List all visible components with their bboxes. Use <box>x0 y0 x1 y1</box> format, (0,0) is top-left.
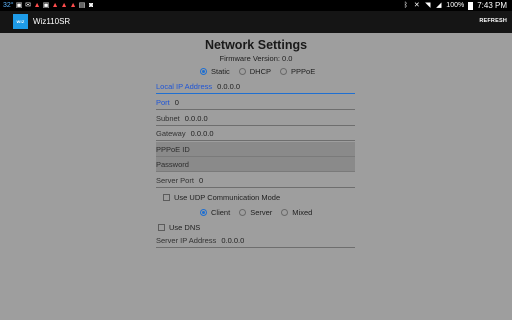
field-label: Gateway <box>156 128 186 138</box>
radio-unselected-icon <box>281 209 289 216</box>
radio-dhcp[interactable]: DHCP <box>238 67 272 76</box>
radio-label: Mixed <box>292 208 313 217</box>
battery-level: 100% <box>446 2 465 9</box>
bluetooth-icon: ᛒ <box>403 2 408 9</box>
radio-label: Client <box>211 208 231 217</box>
camera-icon: ◙ <box>88 2 94 9</box>
gallery-icon: ▣ <box>15 2 23 9</box>
pppoe-id-field[interactable]: PPPoE ID <box>156 142 355 157</box>
app-bar: WIZ Wiz110SR REFRESH <box>0 11 512 33</box>
checkbox-label: Use UDP Communication Mode <box>174 193 281 202</box>
app-title: Wiz110SR <box>33 17 71 26</box>
local-ip-field[interactable]: Local IP Address 0.0.0.0 <box>156 79 355 94</box>
alert-icon: ▲ <box>33 2 41 9</box>
radio-static[interactable]: Static <box>200 67 230 76</box>
gateway-field[interactable]: Gateway 0.0.0.0 <box>156 126 355 141</box>
checkbox-label: Use DNS <box>169 223 201 232</box>
field-value: 0.0.0.0 <box>221 235 245 245</box>
firmware-version: Firmware Version: 0.0 <box>219 54 293 63</box>
checkbox-icon <box>163 194 170 201</box>
radio-label: Static <box>211 67 230 76</box>
alert-icon: ▲ <box>51 2 59 9</box>
alert-icon: ▲ <box>60 2 68 9</box>
clock: 7:43 PM <box>477 1 507 10</box>
system-icons: ᛒ ✕ ◥ ◢ 100% 7:43 PM <box>402 0 507 11</box>
status-bar: 32° ▣ ✉ ▲ ▣ ▲ ▲ ▲ ▤ ◙ ᛒ ✕ ◥ ◢ 100% 7:43 … <box>0 0 512 11</box>
server-port-field[interactable]: Server Port 0 <box>156 173 355 188</box>
wifi-icon: ◥ <box>425 2 431 9</box>
photo-icon: ▣ <box>42 2 50 9</box>
app-logo: WIZ <box>13 14 28 29</box>
mode-group: Client Server Mixed <box>200 208 321 217</box>
battery-icon <box>468 1 474 10</box>
radio-unselected-icon <box>238 68 246 75</box>
radio-mixed[interactable]: Mixed <box>281 208 312 217</box>
field-value: 0 <box>198 175 204 185</box>
field-value: 0.0.0.0 <box>190 128 214 138</box>
mute-icon: ✕ <box>413 2 420 9</box>
alert-icon: ▲ <box>69 2 77 9</box>
field-label: Port <box>156 97 170 107</box>
field-value: 0.0.0.0 <box>184 113 208 123</box>
temperature: 32° <box>3 2 14 9</box>
radio-server[interactable]: Server <box>239 208 272 217</box>
checkbox-icon <box>158 224 165 231</box>
image-icon: ▤ <box>78 2 86 9</box>
field-label: Subnet <box>156 113 180 123</box>
field-label: Server Port <box>156 175 194 185</box>
field-value: 0 <box>174 97 179 107</box>
radio-client[interactable]: Client <box>200 208 230 217</box>
password-field[interactable]: Password <box>156 157 355 172</box>
ip-mode-group: Static DHCP PPPoE <box>200 67 324 76</box>
dns-checkbox[interactable]: Use DNS <box>158 223 200 232</box>
field-label: PPPoE ID <box>156 144 190 154</box>
radio-pppoe[interactable]: PPPoE <box>280 67 315 76</box>
radio-unselected-icon <box>239 209 247 216</box>
radio-selected-icon <box>200 68 207 75</box>
port-field[interactable]: Port 0 <box>156 95 355 110</box>
subnet-field[interactable]: Subnet 0.0.0.0 <box>156 111 355 126</box>
radio-selected-icon <box>200 209 207 216</box>
radio-unselected-icon <box>280 68 288 75</box>
radio-label: Server <box>250 208 273 217</box>
refresh-button[interactable]: REFRESH <box>479 18 507 24</box>
page-title: Network Settings <box>204 38 308 52</box>
server-ip-field[interactable]: Server IP Address 0.0.0.0 <box>156 233 355 248</box>
notification-icons: 32° ▣ ✉ ▲ ▣ ▲ ▲ ▲ ▤ ◙ <box>3 1 95 10</box>
email-icon: ✉ <box>25 2 32 9</box>
field-label: Local IP Address <box>156 81 213 91</box>
radio-label: PPPoE <box>291 67 316 76</box>
field-label: Server IP Address <box>156 235 217 245</box>
udp-checkbox[interactable]: Use UDP Communication Mode <box>163 193 280 202</box>
radio-label: DHCP <box>249 67 272 76</box>
signal-icon: ◢ <box>436 2 442 9</box>
settings-form: Network Settings Firmware Version: 0.0 S… <box>0 33 512 320</box>
field-value: 0.0.0.0 <box>217 81 241 91</box>
field-label: Password <box>156 159 189 169</box>
